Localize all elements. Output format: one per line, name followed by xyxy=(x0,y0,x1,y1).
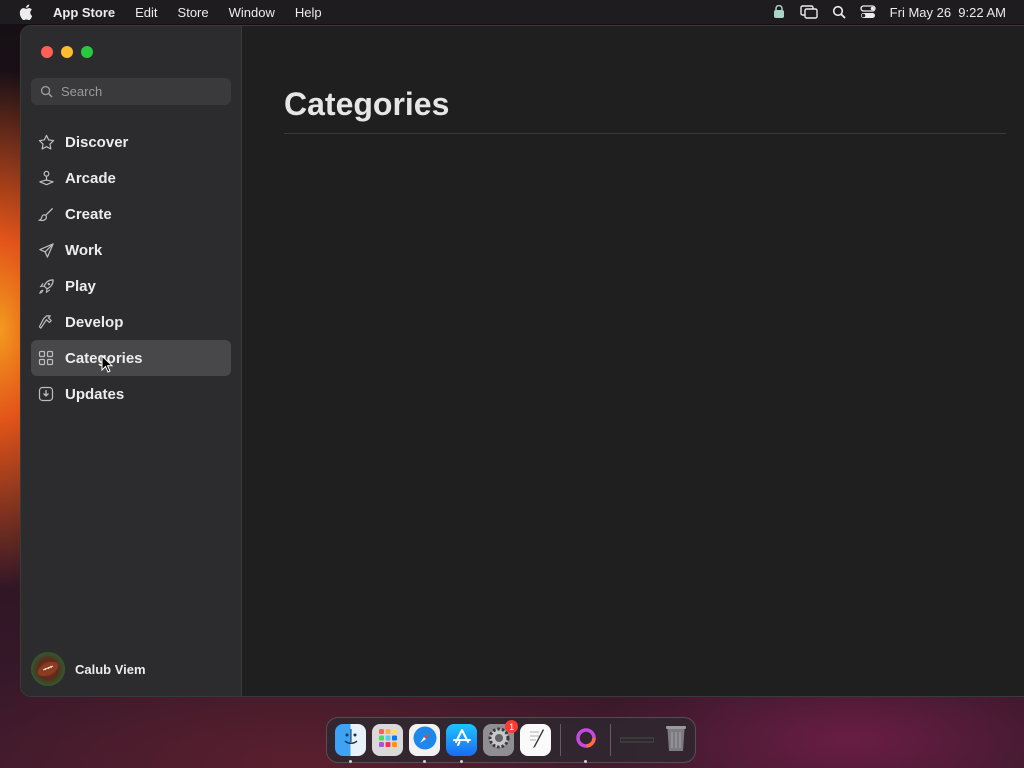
spotlight-icon[interactable] xyxy=(832,5,846,19)
sidebar-item-arcade[interactable]: Arcade xyxy=(31,160,231,196)
running-indicator xyxy=(423,760,427,763)
search-icon xyxy=(40,85,53,98)
menu-edit[interactable]: Edit xyxy=(135,5,157,20)
menu-help[interactable]: Help xyxy=(295,5,322,20)
rocket-icon xyxy=(37,277,55,295)
sidebar-item-play[interactable]: Play xyxy=(31,268,231,304)
running-indicator xyxy=(349,760,352,763)
avatar xyxy=(31,652,65,686)
maximize-button[interactable] xyxy=(81,46,93,58)
sidebar-item-label: Discover xyxy=(65,133,129,151)
minimize-button[interactable] xyxy=(61,46,73,58)
menu-store[interactable]: Store xyxy=(178,5,209,20)
brush-icon xyxy=(37,205,55,223)
dock-minimized-window[interactable] xyxy=(620,724,655,756)
dock-safari[interactable] xyxy=(409,724,441,763)
joystick-icon xyxy=(37,169,55,187)
window-controls xyxy=(41,46,93,58)
search-input[interactable] xyxy=(61,84,211,99)
sidebar-item-updates[interactable]: Updates xyxy=(31,376,231,412)
page-title: Categories xyxy=(284,86,450,122)
sidebar-item-label: Create xyxy=(65,205,112,223)
app-store-icon xyxy=(451,727,473,754)
sidebar-item-label: Updates xyxy=(65,385,125,403)
dock-separator xyxy=(610,724,612,756)
grid-icon xyxy=(37,349,55,367)
apple-menu-icon[interactable] xyxy=(19,4,35,20)
sidebar-item-create[interactable]: Create xyxy=(31,196,231,232)
dock-app-store[interactable] xyxy=(446,724,478,763)
search-field[interactable] xyxy=(31,78,231,105)
screen-mirroring-icon[interactable] xyxy=(799,5,818,19)
dock-textedit[interactable] xyxy=(520,724,552,756)
dock: 1 xyxy=(326,717,696,763)
main-content: Categories xyxy=(242,26,1024,696)
sidebar-item-label: Arcade xyxy=(65,169,116,187)
sidebar-item-categories[interactable]: Categories xyxy=(31,340,231,376)
dock-separator xyxy=(560,724,562,756)
safari-compass-icon xyxy=(412,725,438,756)
notification-badge: 1 xyxy=(505,720,519,733)
dock-launchpad[interactable] xyxy=(372,724,404,756)
title-divider xyxy=(284,133,1006,134)
sidebar: Discover Arcade Create Work xyxy=(21,26,242,696)
app-store-window: Discover Arcade Create Work xyxy=(21,26,1024,696)
sidebar-item-label: Develop xyxy=(65,313,124,331)
close-button[interactable] xyxy=(41,46,53,58)
sidebar-item-discover[interactable]: Discover xyxy=(31,124,231,160)
dock-screen-recorder[interactable] xyxy=(570,724,601,763)
trash-icon xyxy=(664,723,688,758)
menu-app-store[interactable]: App Store xyxy=(53,5,115,20)
account-button[interactable]: Calub Viem xyxy=(31,652,146,686)
control-center-icon[interactable] xyxy=(860,5,876,19)
hammer-icon xyxy=(37,313,55,331)
sidebar-item-work[interactable]: Work xyxy=(31,232,231,268)
pen-paper-icon xyxy=(525,726,547,755)
dock-system-settings[interactable]: 1 xyxy=(483,720,519,756)
mouse-cursor-icon xyxy=(101,354,114,378)
account-name: Calub Viem xyxy=(75,661,146,677)
finder-icon xyxy=(339,726,363,755)
sidebar-item-develop[interactable]: Develop xyxy=(31,304,231,340)
menu-bar: App Store Edit Store Window Help Fri May… xyxy=(0,0,1024,24)
menu-window[interactable]: Window xyxy=(229,5,275,20)
star-icon xyxy=(37,133,55,151)
sidebar-nav: Discover Arcade Create Work Play Develop… xyxy=(31,124,231,412)
dock-trash[interactable] xyxy=(661,724,692,756)
sidebar-item-label: Play xyxy=(65,277,96,295)
paper-plane-icon xyxy=(37,241,55,259)
vpn-status-icon[interactable] xyxy=(772,5,786,19)
running-indicator xyxy=(460,760,464,763)
dock-finder[interactable] xyxy=(335,724,367,763)
sidebar-item-label: Work xyxy=(65,241,103,259)
menubar-clock[interactable]: Fri May 26 9:22 AM xyxy=(890,5,1006,20)
launchpad-icon xyxy=(377,727,399,754)
recorder-ring-icon xyxy=(574,726,598,755)
download-icon xyxy=(37,385,55,403)
running-indicator xyxy=(584,760,588,763)
window-thumbnail-icon xyxy=(620,731,655,749)
